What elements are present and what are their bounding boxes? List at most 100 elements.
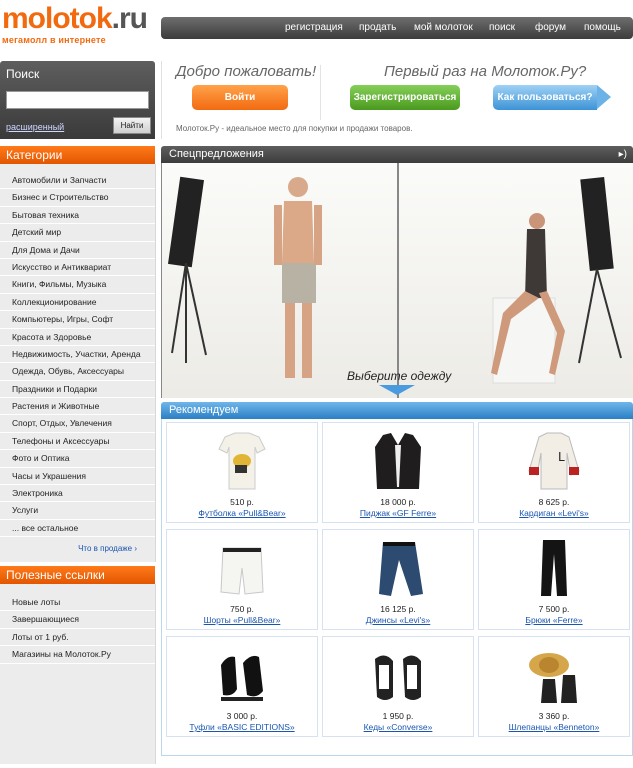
studio-light-icon [578,176,622,364]
trousers-icon[interactable] [525,538,583,600]
category-item[interactable]: Для Дома и Дачи [0,242,155,259]
category-item[interactable]: Телефоны и Аксессуары [0,433,155,451]
logo-tagline: мегамолл в интернете [2,35,106,45]
useful-link-item[interactable]: Завершающиеся [0,611,155,629]
nav-link-forum[interactable]: форум [535,22,566,33]
special-offers-banner[interactable]: Выберите одежду [161,163,633,398]
nav-link-register[interactable]: регистрация [285,22,343,33]
category-item[interactable]: Одежда, Обувь, Аксессуары [0,363,155,381]
model-photo-female[interactable] [399,163,633,398]
product-link[interactable]: Футболка «Pull&Bear» [167,508,317,518]
category-item[interactable]: Красота и Здоровье [0,329,155,346]
top-nav-bar: регистрация продать мой молоток поиск фо… [161,17,633,39]
product-price: 18 000 р. [380,497,416,507]
category-item[interactable]: Коллекционирование [0,294,155,312]
category-item[interactable]: Детский мир [0,224,155,242]
useful-link-item[interactable]: Магазины на Молоток.Ру [0,646,155,664]
first-time-title: Первый раз на Молоток.Ру? [384,63,587,80]
product-card[interactable]: 16 125 р. Джинсы «Levi's» [322,529,474,630]
category-item[interactable]: Бизнес и Строительство [0,189,155,207]
product-card[interactable]: 3 360 р. Шлепанцы «Benneton» [478,636,630,737]
nav-link-sell[interactable]: продать [359,22,396,33]
search-button[interactable]: Найти [113,117,151,134]
product-link[interactable]: Пиджак «GF Ferre» [323,508,473,518]
product-link[interactable]: Кеды «Converse» [323,722,473,732]
tshirt-icon[interactable] [213,431,271,493]
category-item[interactable]: Бытовая техника [0,207,155,225]
male-model-figure [274,177,322,378]
recommended-title: Рекомендуем [169,404,239,416]
product-price: 16 125 р. [380,604,416,614]
logo-suffix: .ru [111,2,148,35]
divider [320,65,321,120]
product-card[interactable]: 3 000 р. Туфли «BASIC EDITIONS» [166,636,318,737]
category-item[interactable]: Растения и Животные [0,398,155,416]
product-card[interactable]: 1 950 р. Кеды «Converse» [322,636,474,737]
product-card[interactable]: 18 000 р. Пиджак «GF Ferre» [322,422,474,523]
product-link[interactable]: Шлепанцы «Benneton» [479,722,629,732]
welcome-title: Добро пожаловать! [176,63,317,80]
register-button[interactable]: Зарегистрироваться [350,85,460,110]
sneakers-icon[interactable] [369,645,427,707]
search-panel: Поиск расширенный Найти [0,61,155,139]
category-item[interactable]: Недвижимость, Участки, Аренда [0,346,155,364]
chevron-down-icon[interactable] [379,385,415,395]
nav-link-help[interactable]: помощь [584,22,621,33]
category-item[interactable]: Праздники и Подарки [0,381,155,399]
product-card[interactable]: 510 р. Футболка «Pull&Bear» [166,422,318,523]
how-to-use-button[interactable]: Как пользоваться? [493,85,597,110]
product-link[interactable]: Джинсы «Levi's» [323,615,473,625]
shoes-icon[interactable] [213,645,271,707]
product-card[interactable]: L 8 625 р. Кардиган «Levi's» [478,422,630,523]
recommended-grid: 510 р. Футболка «Pull&Bear» 18 000 р. Пиджа… [161,419,633,756]
product-price: 510 р. [230,497,254,507]
jacket-icon[interactable] [369,431,427,493]
category-item[interactable]: Услуги [0,502,155,520]
nav-link-search[interactable]: поиск [489,22,515,33]
jeans-icon[interactable] [369,538,427,600]
site-logo[interactable]: molotok.ru мегамолл в интернете [2,2,148,46]
special-offers-header: Спецпредложения ▸) [161,146,633,163]
search-input[interactable] [6,91,149,109]
studio-light-icon [167,176,207,363]
shorts-icon[interactable] [213,538,271,600]
login-button[interactable]: Войти [192,85,288,110]
category-item[interactable]: Книги, Фильмы, Музыка [0,276,155,294]
category-item[interactable]: Спорт, Отдых, Увлечения [0,415,155,433]
category-item[interactable]: Компьютеры, Игры, Софт [0,311,155,329]
categories-list: Автомобили и Запчасти Бизнес и Строительс… [0,164,156,562]
category-item[interactable]: Автомобили и Запчасти [0,172,155,190]
product-price: 3 000 р. [226,711,258,721]
model-photo-male[interactable] [162,163,397,398]
recommended-header: Рекомендуем [161,402,633,419]
product-price: 1 950 р. [382,711,414,721]
product-price: 750 р. [230,604,254,614]
logo-name: molotok [2,2,113,35]
product-price: 7 500 р. [538,604,570,614]
product-price: 8 625 р. [538,497,570,507]
sandals-icon[interactable] [525,645,583,707]
useful-links-list: Новые лоты Завершающиеся Лоты от 1 руб. Маг… [0,584,156,764]
welcome-panel: Добро пожаловать! Первый раз на Молоток.… [161,61,633,139]
choose-clothes-caption: Выберите одежду [347,369,452,383]
product-link[interactable]: Шорты «Pull&Bear» [167,615,317,625]
search-title: Поиск [6,67,40,81]
cardigan-icon[interactable]: L [525,431,583,493]
whats-for-sale-link[interactable]: Что в продаже › [78,544,137,553]
category-item[interactable]: Электроника [0,485,155,503]
product-link[interactable]: Кардиган «Levi's» [479,508,629,518]
product-card[interactable]: 750 р. Шорты «Pull&Bear» [166,529,318,630]
advanced-search-link[interactable]: расширенный [6,122,64,132]
category-item[interactable]: Часы и Украшения [0,468,155,486]
speaker-icon[interactable]: ▸) [619,149,627,160]
product-link[interactable]: Туфли «BASIC EDITIONS» [167,722,317,732]
category-item[interactable]: Искусство и Антиквариат [0,259,155,277]
product-link[interactable]: Брюки «Ferre» [479,615,629,625]
useful-link-item[interactable]: Новые лоты [0,594,155,612]
nav-link-my-molotok[interactable]: мой молоток [414,22,473,33]
product-card[interactable]: 7 500 р. Брюки «Ferre» [478,529,630,630]
svg-text:L: L [558,450,565,464]
category-item[interactable]: ... все остальное [0,520,155,538]
category-item[interactable]: Фото и Оптика [0,450,155,468]
useful-link-item[interactable]: Лоты от 1 руб. [0,629,155,647]
